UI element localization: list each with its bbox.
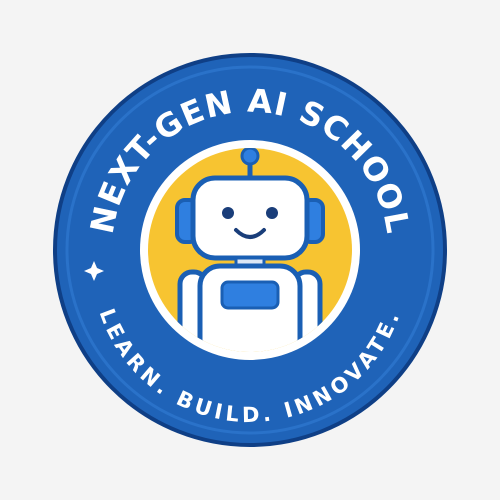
school-badge: NEXT-GEN AI SCHOOL LEARN. BUILD. INNOVAT… <box>0 0 500 500</box>
badge-svg: NEXT-GEN AI SCHOOL LEARN. BUILD. INNOVAT… <box>53 53 447 447</box>
